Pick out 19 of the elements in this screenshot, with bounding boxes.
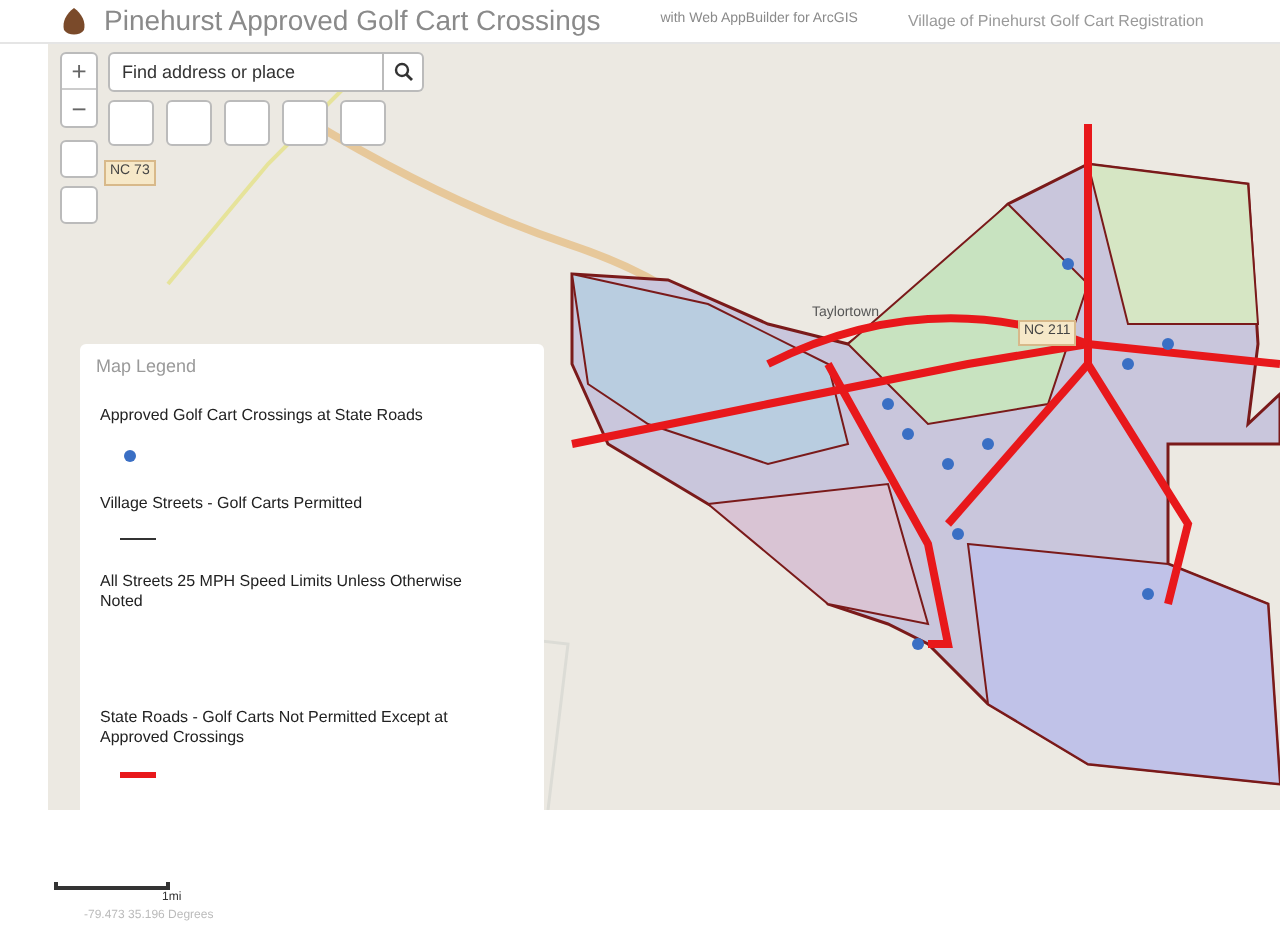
registration-link[interactable]: Village of Pinehurst Golf Cart Registration [907, 9, 1204, 33]
zoom-out-button[interactable]: − [62, 90, 96, 126]
search-icon [393, 62, 413, 82]
widget-button[interactable] [224, 100, 270, 146]
widget-button[interactable] [166, 100, 212, 146]
zoom-in-button[interactable]: + [62, 54, 96, 90]
legend-item-label: All Streets 25 MPH Speed Limits Unless Otherwise Noted [100, 571, 464, 611]
map-tool-button[interactable] [60, 186, 98, 224]
legend-item-label: State Roads - Golf Carts Not Permitted Except at Approved Crossings [100, 707, 450, 747]
map-tool-button[interactable] [60, 140, 98, 178]
app-title: Pinehurst Approved Golf Cart Crossings [104, 2, 601, 40]
widget-button[interactable] [282, 100, 328, 146]
search-field[interactable]: Find address or place [108, 52, 384, 92]
legend-title: Map Legend [96, 354, 199, 380]
scale-bar [54, 882, 170, 890]
legend-item-label: Village Streets - Golf Carts Permitted [100, 493, 365, 513]
widget-button[interactable] [108, 100, 154, 146]
search-button[interactable] [384, 52, 424, 92]
legend-item-label: Approved Golf Cart Crossings at State Roads [100, 405, 425, 425]
